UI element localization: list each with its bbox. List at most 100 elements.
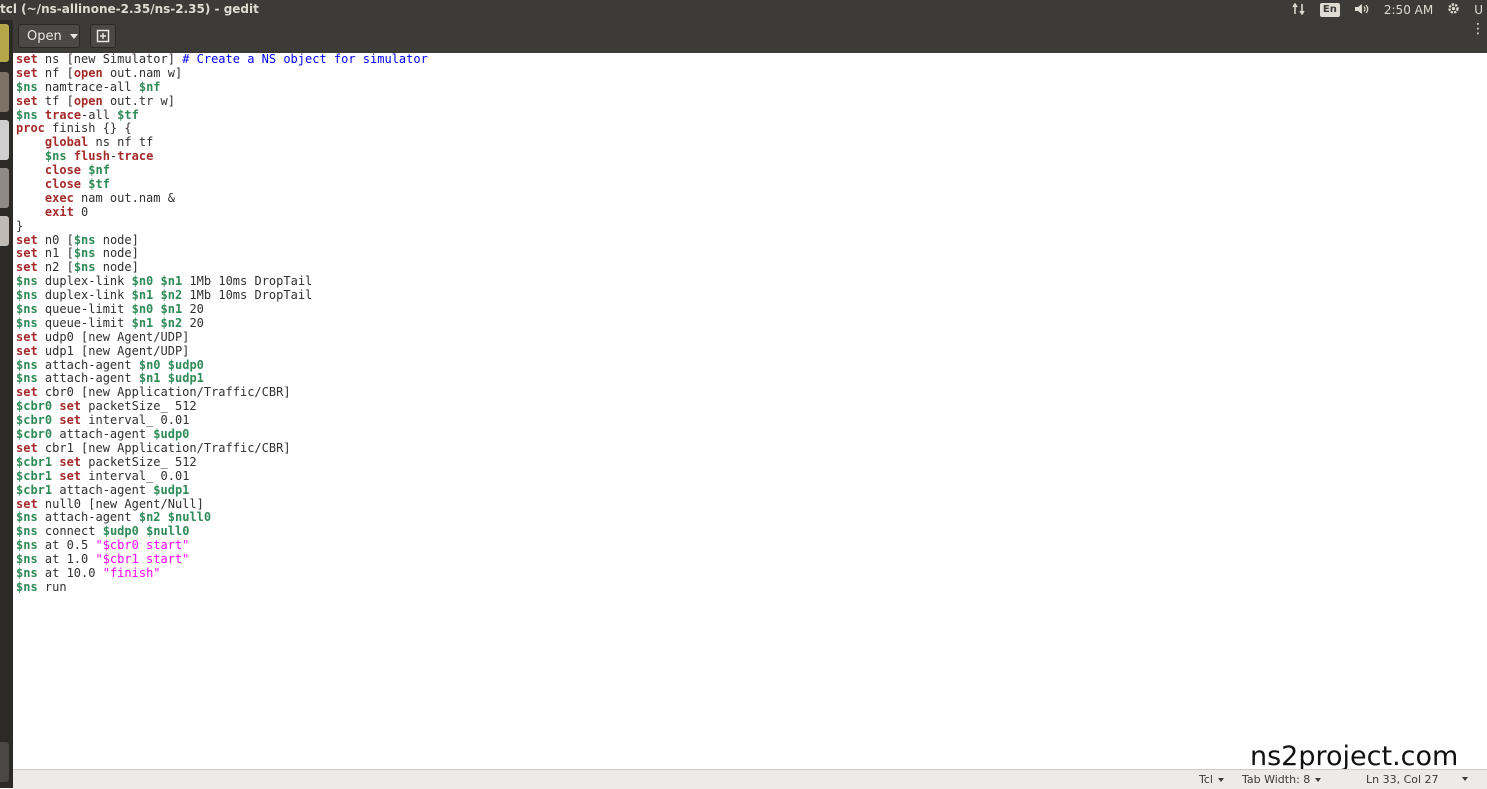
- code-token: open: [73, 93, 103, 108]
- tab-width-selector[interactable]: Tab Width: 8: [1242, 773, 1322, 786]
- window-title: tcl (~/ns-allinone-2.35/ns-2.35) - gedit: [0, 2, 259, 16]
- code-token: nf [: [37, 65, 74, 80]
- code-line[interactable]: $cbr0 attach-agent $udp0: [16, 427, 1487, 442]
- code-token: packetSize_ 512: [81, 399, 197, 414]
- code-line[interactable]: set ns [new Simulator] # Create a NS obj…: [16, 52, 1487, 67]
- code-line[interactable]: close $tf: [16, 177, 1487, 192]
- code-line[interactable]: close $nf: [16, 163, 1487, 178]
- code-token: set: [16, 440, 38, 455]
- cursor-position-label: Ln 33, Col 27: [1366, 773, 1439, 786]
- user-menu[interactable]: U: [1474, 3, 1483, 17]
- settings-gear-icon[interactable]: [1447, 2, 1460, 18]
- code-token: n1 [: [37, 246, 74, 261]
- language-selector[interactable]: Tcl: [1199, 773, 1224, 786]
- code-line[interactable]: $ns at 0.5 "$cbr0 start": [16, 538, 1487, 553]
- code-line[interactable]: $ns namtrace-all $nf: [16, 79, 1487, 95]
- code-token: at 0.5: [37, 538, 96, 553]
- code-token: close: [44, 163, 82, 178]
- code-line[interactable]: exec nam out.nam &: [16, 191, 1487, 206]
- code-line[interactable]: set nf [open out.nam w]: [16, 65, 1487, 81]
- dash-launcher-icon[interactable]: [0, 24, 9, 62]
- code-line[interactable]: set n1 [$ns node]: [16, 247, 1487, 261]
- code-token: $ns: [16, 302, 38, 317]
- text-editor[interactable]: set ns [new Simulator] # Create a NS obj…: [13, 52, 1487, 769]
- code-token: $udp0: [167, 357, 204, 372]
- code-line[interactable]: set null0 [new Agent/Null]: [16, 497, 1487, 512]
- code-token: trace: [117, 149, 154, 164]
- network-icon[interactable]: [1292, 2, 1306, 18]
- code-token: n0 [: [37, 232, 74, 247]
- code-line[interactable]: $cbr1 set interval_ 0.01: [16, 469, 1487, 484]
- code-token: set: [16, 65, 38, 80]
- code-line[interactable]: $ns at 1.0 "$cbr1 start": [16, 552, 1487, 567]
- code-token: $ns: [16, 538, 38, 553]
- code-line[interactable]: $cbr0 set packetSize_ 512: [16, 399, 1487, 414]
- code-line[interactable]: set n2 [$ns node]: [16, 260, 1487, 275]
- code-token: set: [59, 399, 82, 414]
- code-line[interactable]: exit 0: [16, 205, 1487, 220]
- top-panel: tcl (~/ns-allinone-2.35/ns-2.35) - gedit…: [0, 0, 1487, 20]
- code-token: node]: [95, 232, 139, 247]
- menu-icon[interactable]: ⋮: [1471, 22, 1485, 36]
- insert-mode-selector[interactable]: [1462, 777, 1468, 781]
- cursor-position[interactable]: Ln 33, Col 27: [1366, 773, 1439, 786]
- code-line[interactable]: set n0 [$ns node]: [16, 232, 1487, 248]
- code-token: $n1: [131, 288, 154, 303]
- code-line[interactable]: set cbr0 [new Application/Traffic/CBR]: [16, 385, 1487, 400]
- code-token: $nf: [138, 79, 161, 94]
- files-launcher-icon[interactable]: [0, 72, 9, 112]
- text-editor-launcher-icon[interactable]: [0, 168, 9, 208]
- code-token: $n0: [131, 274, 154, 289]
- code-token: $ns: [16, 371, 38, 386]
- volume-icon[interactable]: [1354, 3, 1370, 18]
- code-line[interactable]: $ns attach-agent $n2 $null0: [16, 510, 1487, 525]
- code-line[interactable]: global ns nf tf: [16, 135, 1487, 150]
- code-line[interactable]: $cbr0 set interval_ 0.01: [16, 413, 1487, 428]
- code-line[interactable]: set tf [open out.tr w]: [16, 93, 1487, 109]
- code-line[interactable]: $cbr1 set packetSize_ 512: [16, 454, 1487, 470]
- terminal-launcher-icon[interactable]: [0, 120, 9, 160]
- code-line[interactable]: $ns run: [16, 580, 1487, 595]
- code-token: $tf: [88, 177, 110, 192]
- code-line[interactable]: set cbr1 [new Application/Traffic/CBR]: [16, 440, 1487, 456]
- code-line[interactable]: proc finish {} {: [16, 122, 1487, 136]
- code-token: global: [44, 135, 89, 150]
- code-line[interactable]: $ns queue-limit $n1 $n2 20: [16, 315, 1487, 331]
- open-button[interactable]: Open: [18, 24, 80, 48]
- code-line[interactable]: $ns connect $udp0 $null0: [16, 524, 1487, 539]
- code-token: duplex-link: [37, 274, 132, 289]
- code-line[interactable]: set udp0 [new Agent/UDP]: [16, 329, 1487, 345]
- code-line[interactable]: $ns at 10.0 "finish": [16, 566, 1487, 581]
- code-token: $cbr1: [16, 482, 53, 497]
- code-token: set: [16, 329, 38, 344]
- code-line[interactable]: set udp1 [new Agent/UDP]: [16, 344, 1487, 359]
- code-token: $n2: [160, 315, 183, 330]
- code-line[interactable]: }: [16, 219, 1487, 234]
- code-line[interactable]: $ns attach-agent $n0 $udp0: [16, 357, 1487, 373]
- code-line[interactable]: $ns queue-limit $n0 $n1 20: [16, 302, 1487, 317]
- code-token: packetSize_ 512: [81, 454, 197, 469]
- code-token: "$cbr1 start": [95, 552, 190, 567]
- code-line[interactable]: $ns trace-all $tf: [16, 107, 1487, 123]
- settings-launcher-icon[interactable]: [0, 216, 9, 246]
- code-token: $tf: [117, 107, 139, 122]
- code-token: duplex-link: [37, 288, 132, 303]
- code-token: $n0: [131, 302, 154, 317]
- code-token: node]: [95, 260, 139, 275]
- code-line[interactable]: $ns duplex-link $n0 $n1 1Mb 10ms DropTai…: [16, 274, 1487, 289]
- code-token: $ns: [16, 274, 38, 289]
- code-token: 1Mb 10ms DropTail: [182, 288, 313, 303]
- new-tab-button[interactable]: [90, 24, 116, 48]
- code-line[interactable]: $ns attach-agent $n1 $udp1: [16, 372, 1487, 386]
- code-line[interactable]: $ns duplex-link $n1 $n2 1Mb 10ms DropTai…: [16, 288, 1487, 303]
- toolbar: Open ⋮: [13, 20, 1487, 53]
- clock[interactable]: 2:50 AM: [1384, 3, 1433, 17]
- keyboard-layout-indicator[interactable]: En: [1319, 3, 1340, 17]
- code-token: queue-limit: [37, 302, 132, 317]
- code-line[interactable]: $cbr1 attach-agent $udp1: [16, 482, 1487, 498]
- trash-launcher-icon[interactable]: [0, 742, 9, 782]
- code-view[interactable]: set ns [new Simulator] # Create a NS obj…: [13, 52, 1487, 595]
- code-line[interactable]: $ns flush-trace: [16, 149, 1487, 164]
